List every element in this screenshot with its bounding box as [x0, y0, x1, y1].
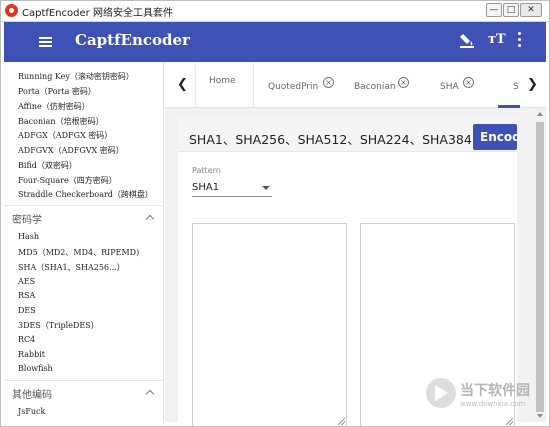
app-logo-icon — [5, 4, 18, 17]
sidebar-divider — [4, 205, 163, 206]
pattern-label: Pattern — [192, 166, 221, 175]
sha-card: SHA1、SHA256、SHA512、SHA224、SHA384 Encode … — [178, 116, 517, 427]
watermark-url: www.downxia.com — [460, 400, 526, 408]
sidebar-item-3des[interactable]: 3DES（TripleDES） — [18, 320, 99, 331]
sidebar-item-hash[interactable]: Hash — [18, 232, 39, 241]
window-title: CaptfEncoder 网络安全工具套件 — [22, 8, 173, 19]
more-vert-icon[interactable] — [517, 32, 523, 50]
pattern-value: SHA1 — [192, 182, 220, 193]
sidebar-item-adfgx[interactable]: ADFGX（ADFGX 密码） — [18, 130, 112, 141]
sidebar-section-crypto[interactable]: 密码学 — [12, 211, 42, 226]
tab-sha-active[interactable]: S — [513, 82, 521, 104]
tab-divider — [253, 62, 254, 108]
tab-baconian[interactable]: Baconian — [354, 82, 396, 104]
tab-sha[interactable]: SHA — [440, 82, 459, 104]
watermark-text: 当下软件园 — [460, 383, 530, 399]
format-paint-icon[interactable] — [459, 32, 475, 52]
tab-close-icon[interactable]: × — [398, 77, 409, 88]
scroll-up-icon[interactable] — [537, 112, 543, 116]
card-header: SHA1、SHA256、SHA512、SHA224、SHA384 Encode — [178, 116, 517, 152]
sidebar-item-bifid[interactable]: Bifid（双密码） — [18, 160, 77, 171]
tab-close-icon[interactable]: × — [323, 77, 334, 88]
app-title: CaptfEncoder — [75, 31, 190, 49]
resize-grip-icon[interactable] — [506, 418, 513, 425]
tab-scroll-left-icon[interactable]: ❮ — [177, 77, 188, 92]
sidebar-item-rc4[interactable]: RC4 — [18, 335, 35, 344]
window-titlebar: CaptfEncoder 网络安全工具套件 — □ ✕ — [0, 0, 550, 22]
sidebar-item-adfgvx[interactable]: ADFGVX（ADFGVX 密码） — [18, 145, 124, 156]
resize-grip-icon[interactable] — [338, 418, 345, 425]
minimize-button[interactable]: — — [486, 3, 502, 17]
tab-bar: ❮ Home QuotedPrin × Baconian × SHA × S ❯ — [165, 62, 546, 108]
chevron-up-icon[interactable] — [146, 213, 154, 221]
sidebar-item-md5[interactable]: MD5（MD2、MD4、RIPEMD) — [18, 247, 139, 258]
sidebar-item-rsa[interactable]: RSA — [18, 291, 35, 300]
sidebar-divider — [4, 380, 163, 381]
tab-quotedprintable[interactable]: QuotedPrin — [268, 82, 318, 104]
sidebar-item-jsfuck[interactable]: JsFuck — [18, 407, 45, 416]
pattern-select[interactable]: SHA1 — [192, 179, 272, 197]
sidebar-section-other[interactable]: 其他编码 — [12, 386, 52, 401]
sidebar-item-baconian[interactable]: Baconian（培根密码） — [18, 116, 104, 127]
sidebar-item-running-key[interactable]: Running Key（滚动密钥密码） — [18, 71, 134, 82]
sidebar-nav: Running Key（滚动密钥密码） Porta（Porta 密码） Affi… — [4, 62, 164, 422]
caret-down-icon — [262, 186, 270, 190]
text-size-icon[interactable]: ᴛT — [488, 32, 506, 47]
watermark: 当下软件园 www.downxia.com — [426, 378, 542, 418]
hamburger-menu-icon[interactable] — [39, 37, 52, 48]
input-textarea[interactable] — [192, 223, 347, 427]
sidebar-item-blowfish[interactable]: Blowfish — [18, 364, 53, 373]
tab-divider — [195, 62, 196, 108]
sidebar-item-porta[interactable]: Porta（Porta 密码） — [18, 86, 96, 97]
sidebar-item-affine[interactable]: Affine（仿射密码） — [18, 101, 90, 112]
chevron-up-icon[interactable] — [146, 388, 154, 396]
scroll-thumb[interactable] — [536, 122, 544, 412]
sidebar-item-des[interactable]: DES — [18, 306, 36, 315]
encode-button[interactable]: Encode — [473, 124, 517, 150]
watermark-logo-icon — [426, 378, 456, 408]
tab-close-icon[interactable]: × — [463, 77, 474, 88]
close-window-button[interactable]: ✕ — [520, 3, 542, 17]
sidebar-item-aes[interactable]: AES — [18, 277, 35, 286]
page-title: SHA1、SHA256、SHA512、SHA224、SHA384 — [189, 132, 472, 147]
maximize-button[interactable]: □ — [503, 3, 519, 17]
tab-home[interactable]: Home — [209, 76, 236, 98]
sidebar-item-sha[interactable]: SHA（SHA1、SHA256...） — [18, 262, 125, 273]
vertical-scrollbar[interactable] — [534, 108, 546, 422]
main-content: SHA1、SHA256、SHA512、SHA224、SHA384 Encode … — [165, 108, 546, 427]
app-bar: CaptfEncoder ᴛT — [4, 22, 546, 62]
sidebar-item-four-square[interactable]: Four-Square（四方密码） — [18, 175, 117, 186]
tab-scroll-right-icon[interactable]: ❯ — [527, 77, 538, 92]
sidebar-item-rabbit[interactable]: Rabbit — [18, 350, 45, 359]
sidebar-item-straddle-checkerboard[interactable]: Straddle Checkerboard（跨棋盘） — [18, 189, 153, 200]
